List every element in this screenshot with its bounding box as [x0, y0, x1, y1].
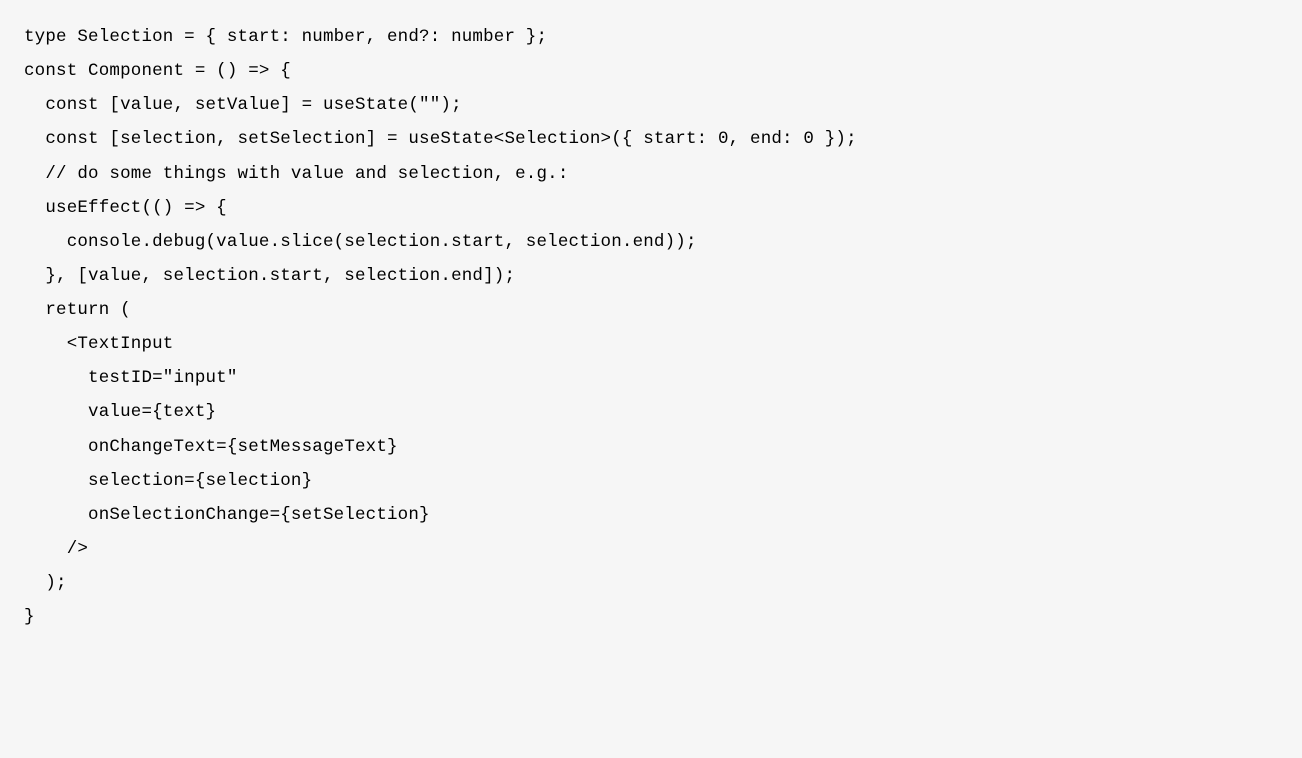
code-line: onSelectionChange={setSelection} [24, 498, 1278, 532]
code-line: ); [24, 566, 1278, 600]
code-line: } [24, 600, 1278, 634]
code-line: console.debug(value.slice(selection.star… [24, 225, 1278, 259]
code-line: useEffect(() => { [24, 191, 1278, 225]
code-line: const [selection, setSelection] = useSta… [24, 122, 1278, 156]
code-line: selection={selection} [24, 464, 1278, 498]
code-line: const Component = () => { [24, 54, 1278, 88]
code-line: /> [24, 532, 1278, 566]
code-block: type Selection = { start: number, end?: … [24, 20, 1278, 634]
code-line: return ( [24, 293, 1278, 327]
code-line: // do some things with value and selecti… [24, 157, 1278, 191]
code-line: testID="input" [24, 361, 1278, 395]
code-line: onChangeText={setMessageText} [24, 430, 1278, 464]
code-line: }, [value, selection.start, selection.en… [24, 259, 1278, 293]
code-line: value={text} [24, 395, 1278, 429]
code-line: <TextInput [24, 327, 1278, 361]
code-line: const [value, setValue] = useState(""); [24, 88, 1278, 122]
code-line: type Selection = { start: number, end?: … [24, 20, 1278, 54]
